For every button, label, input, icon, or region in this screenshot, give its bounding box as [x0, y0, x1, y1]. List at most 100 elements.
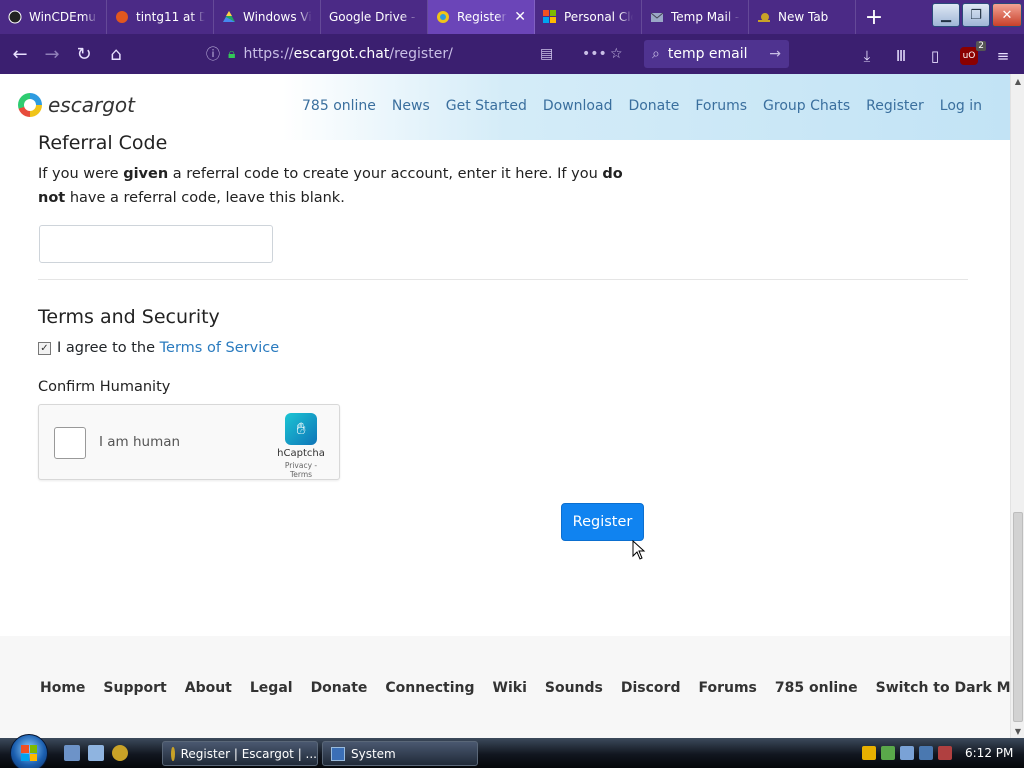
- terms-checkbox[interactable]: ✓: [38, 341, 51, 355]
- footer-sounds[interactable]: Sounds: [545, 680, 603, 696]
- section-divider: [38, 279, 968, 280]
- scroll-down-icon[interactable]: ▼: [1011, 724, 1024, 738]
- footer-about[interactable]: About: [185, 680, 232, 696]
- footer-legal[interactable]: Legal: [250, 680, 293, 696]
- search-go-icon[interactable]: →: [769, 46, 781, 62]
- humanity-label: Confirm Humanity: [38, 379, 171, 395]
- escargot-logo-icon: [18, 93, 42, 117]
- nav-group-chats[interactable]: Group Chats: [763, 98, 850, 114]
- tab-wincdemu[interactable]: WinCDEmu: [0, 0, 107, 34]
- restore-button[interactable]: ❐: [962, 3, 990, 27]
- register-button[interactable]: Register: [561, 503, 644, 541]
- new-tab-button[interactable]: +: [856, 0, 892, 34]
- menu-icon[interactable]: ≡: [988, 40, 1018, 72]
- network-icon[interactable]: [919, 746, 933, 760]
- info-icon[interactable]: ⓘ: [206, 44, 220, 64]
- tab-label: Personal Clo: [564, 10, 633, 24]
- tab-label: Register: [457, 10, 507, 24]
- google-drive-icon: [222, 10, 236, 24]
- footer-support[interactable]: Support: [103, 680, 166, 696]
- search-box[interactable]: ⌕ temp email →: [644, 40, 789, 68]
- task-register-escargot[interactable]: Register | Escargot | ...: [162, 741, 318, 766]
- switch-windows-icon[interactable]: [88, 745, 104, 761]
- footer-links: Home Support About Legal Donate Connecti…: [40, 680, 1010, 696]
- footer-home[interactable]: Home: [40, 680, 85, 696]
- close-window-button[interactable]: ✕: [992, 3, 1022, 27]
- url-text: https://escargot.chat/register/: [243, 46, 453, 62]
- agree-row: ✓ I agree to the Terms of Service: [38, 340, 279, 356]
- github-icon: [8, 10, 22, 24]
- reader-view-icon[interactable]: ▤: [540, 46, 553, 62]
- nav-download[interactable]: Download: [543, 98, 613, 114]
- logo-text: escargot: [48, 93, 135, 117]
- start-button[interactable]: [10, 734, 48, 768]
- system-icon: [331, 746, 345, 761]
- tab-register[interactable]: Register ✕: [428, 0, 535, 34]
- nav-forums[interactable]: Forums: [695, 98, 747, 114]
- volume-muted-icon[interactable]: [938, 746, 952, 760]
- tab-bar: WinCDEmu tintg11 at De Windows Vi Google…: [0, 0, 1024, 34]
- hcaptcha-widget: I am human ✋︎ hCaptcha Privacy - Terms: [38, 404, 340, 480]
- nav-donate[interactable]: Donate: [628, 98, 679, 114]
- footer-discord[interactable]: Discord: [621, 680, 681, 696]
- clock[interactable]: 6:12 PM: [965, 746, 1013, 760]
- tab-personal-cloud[interactable]: Personal Clo: [535, 0, 642, 34]
- escargot-icon: [436, 10, 450, 24]
- close-tab-icon[interactable]: ✕: [514, 9, 526, 25]
- show-desktop-icon[interactable]: [64, 745, 80, 761]
- page-scrollbar[interactable]: ▲ ▼: [1010, 74, 1024, 738]
- display-icon[interactable]: [900, 746, 914, 760]
- footer-forums[interactable]: Forums: [698, 680, 756, 696]
- nav-online-count[interactable]: 785 online: [302, 98, 376, 114]
- quick-launch: [64, 745, 128, 761]
- tab-google-drive-2[interactable]: Google Drive - V: [321, 0, 428, 34]
- snail-icon: [757, 10, 771, 24]
- sidebar-icon[interactable]: ▯: [920, 40, 950, 72]
- reload-button[interactable]: ↻: [68, 38, 100, 70]
- site-footer: Home Support About Legal Donate Connecti…: [0, 636, 1010, 738]
- network-check-icon[interactable]: [881, 746, 895, 760]
- snail-app-icon[interactable]: [112, 745, 128, 761]
- referral-heading: Referral Code: [38, 132, 168, 154]
- captcha-links[interactable]: Privacy - Terms: [273, 461, 329, 479]
- address-bar[interactable]: ⓘ 🔒︎ https://escargot.chat/register/ ▤ •…: [200, 40, 640, 68]
- footer-connecting[interactable]: Connecting: [385, 680, 474, 696]
- ublock-icon[interactable]: uO 2: [954, 40, 986, 72]
- nav-log-in[interactable]: Log in: [940, 98, 982, 114]
- task-system[interactable]: System: [322, 741, 478, 766]
- nav-register[interactable]: Register: [866, 98, 924, 114]
- tab-deviantart[interactable]: tintg11 at De: [107, 0, 214, 34]
- toolbar-right: ⤓ Ⅲ ▯ uO 2 ≡: [852, 40, 1018, 72]
- footer-donate[interactable]: Donate: [311, 680, 368, 696]
- bookmark-star-icon[interactable]: ☆: [610, 46, 623, 62]
- forward-button[interactable]: →: [36, 38, 68, 70]
- footer-dark-mode[interactable]: Switch to Dark Mode: [876, 680, 1010, 696]
- back-button[interactable]: ←: [4, 38, 36, 70]
- site-header: escargot 785 online News Get Started Dow…: [0, 74, 1010, 140]
- page-viewport: escargot 785 online News Get Started Dow…: [0, 74, 1010, 738]
- navigation-toolbar: ← → ↻ ⌂ ⓘ 🔒︎ https://escargot.chat/regis…: [0, 34, 1024, 74]
- captcha-checkbox[interactable]: [54, 427, 86, 459]
- captcha-brand: ✋︎ hCaptcha Privacy - Terms: [273, 413, 329, 479]
- referral-code-input[interactable]: [39, 225, 273, 263]
- nav-get-started[interactable]: Get Started: [446, 98, 527, 114]
- tab-new-tab[interactable]: New Tab: [749, 0, 856, 34]
- scroll-thumb[interactable]: [1013, 512, 1023, 722]
- tab-temp-mail[interactable]: Temp Mail -: [642, 0, 749, 34]
- downloads-icon[interactable]: ⤓: [852, 40, 882, 72]
- library-icon[interactable]: Ⅲ: [886, 40, 916, 72]
- snail-icon: [171, 746, 175, 761]
- security-shield-icon[interactable]: [862, 746, 876, 760]
- site-logo[interactable]: escargot: [18, 93, 135, 117]
- footer-online-count[interactable]: 785 online: [775, 680, 858, 696]
- footer-wiki[interactable]: Wiki: [493, 680, 527, 696]
- minimize-button[interactable]: ▁: [932, 3, 960, 27]
- nav-news[interactable]: News: [392, 98, 430, 114]
- terms-of-service-link[interactable]: Terms of Service: [160, 340, 279, 356]
- home-button[interactable]: ⌂: [100, 38, 132, 70]
- tab-label: Google Drive - V: [329, 10, 419, 24]
- scroll-up-icon[interactable]: ▲: [1011, 74, 1024, 88]
- taskbar: Register | Escargot | ... System 6:12 PM: [0, 734, 1024, 768]
- tab-google-drive-1[interactable]: Windows Vi: [214, 0, 321, 34]
- page-actions-icon[interactable]: •••: [582, 46, 607, 62]
